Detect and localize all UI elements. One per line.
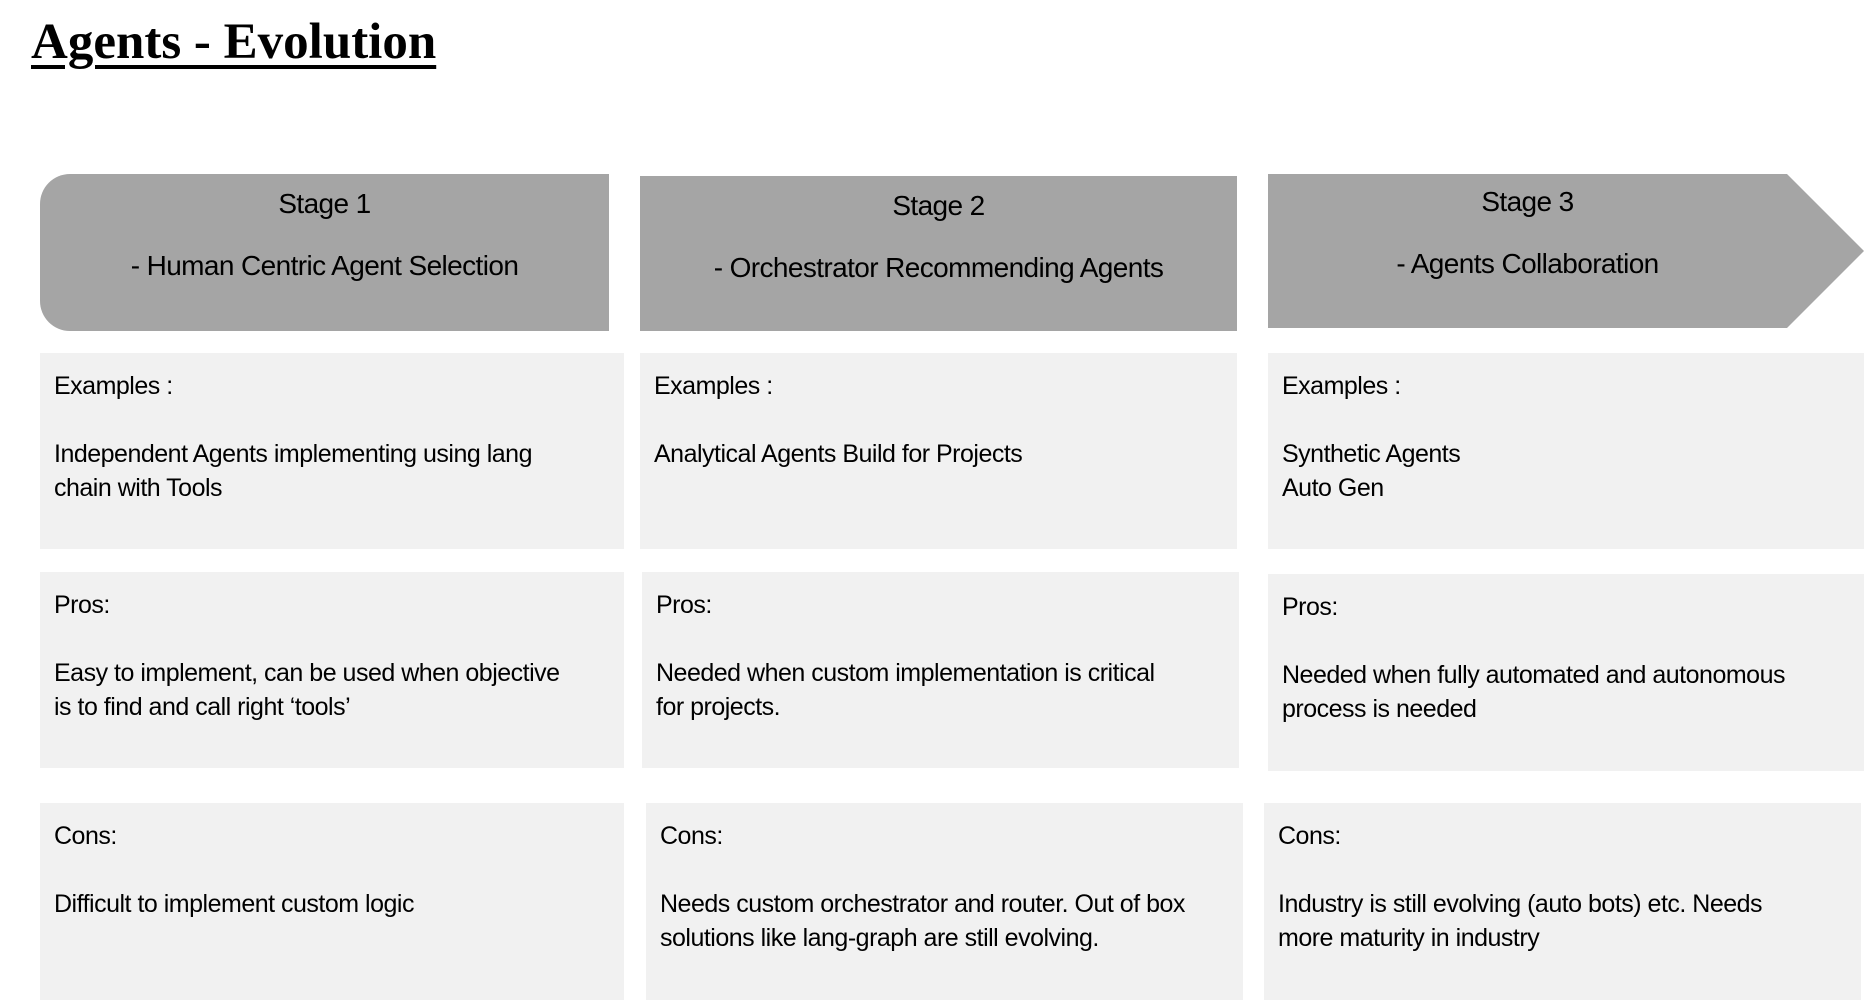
stage-3-subtitle: - Agents Collaboration [1396,248,1659,279]
examples-text: Independent Agents implementing using la… [54,440,532,502]
examples-text: Synthetic Agents Auto Gen [1282,440,1461,502]
examples-text: Analytical Agents Build for Projects [654,440,1023,468]
examples-label: Examples : [654,372,773,400]
stage-3-pros-card: Pros: Needed when fully automated and au… [1268,574,1864,771]
stage-1-name: Stage 1 [278,188,371,219]
examples-label: Examples : [1282,372,1401,400]
stage-1-examples-card: Examples : Independent Agents implementi… [40,353,624,549]
page-title: Agents - Evolution [31,14,437,70]
pros-text: Needed when custom implementation is cri… [656,659,1155,721]
cons-text: Difficult to implement custom logic [54,890,414,918]
examples-label: Examples : [54,372,173,400]
pros-label: Pros: [1282,593,1338,621]
stage-1-cons-card: Cons: Difficult to implement custom logi… [40,803,624,1000]
cons-text: Industry is still evolving (auto bots) e… [1278,890,1763,952]
stage-2-pros-card: Pros: Needed when custom implementation … [642,572,1239,768]
stage-2-subtitle: - Orchestrator Recommending Agents [713,252,1164,283]
cons-text: Needs custom orchestrator and router. Ou… [660,890,1185,952]
stage-3-examples-card: Examples : Synthetic Agents Auto Gen [1268,353,1864,549]
stage-3-cons-card: Cons: Industry is still evolving (auto b… [1264,803,1861,1000]
cons-label: Cons: [54,822,117,850]
stage-2-cons-card: Cons: Needs custom orchestrator and rout… [646,803,1243,1000]
cons-label: Cons: [1278,822,1341,850]
stage-2-header: Stage 2 - Orchestrator Recommending Agen… [640,176,1237,331]
stage-1-header: Stage 1 - Human Centric Agent Selection [40,174,609,331]
cons-label: Cons: [660,822,723,850]
stage-1-subtitle: - Human Centric Agent Selection [130,250,519,281]
pros-text: Needed when fully automated and autonomo… [1282,661,1785,723]
stage-2-name: Stage 2 [892,190,985,221]
pros-text: Easy to implement, can be used when obje… [54,659,560,721]
stage-2-examples-card: Examples : Analytical Agents Build for P… [640,353,1237,549]
stage-3-header-arrow: Stage 3 - Agents Collaboration [1268,174,1864,328]
stage-3-name: Stage 3 [1481,186,1574,217]
stage-1-pros-card: Pros: Easy to implement, can be used whe… [40,572,624,768]
pros-label: Pros: [54,591,110,619]
pros-label: Pros: [656,591,712,619]
